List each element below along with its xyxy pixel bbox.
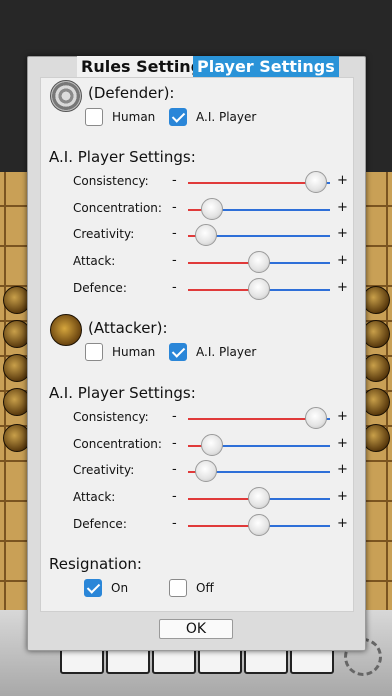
defender-title: (Defender): [88,84,175,102]
slider-thumb[interactable] [201,434,224,456]
attacker-human-checkbox[interactable] [85,343,103,361]
slider-decrease-icon[interactable]: - [172,409,177,424]
defender-slider-track[interactable] [188,171,330,193]
slider-increase-icon[interactable]: + [337,409,348,424]
defender-slider-label: Attack: [73,254,116,268]
slider-increase-icon[interactable]: + [337,173,348,188]
resignation-off-checkbox[interactable] [169,579,187,597]
defender-piece-icon [50,80,82,112]
attacker-piece[interactable] [362,424,390,452]
slider-thumb[interactable] [248,487,270,509]
ok-button[interactable]: OK [159,619,233,639]
slider-increase-icon[interactable]: + [337,489,348,504]
slider-increase-icon[interactable]: + [337,226,348,241]
slider-fill [188,182,316,184]
attacker-ai-checkbox[interactable] [169,343,187,361]
resignation-on-label: On [111,581,129,595]
attacker-slider-track[interactable] [188,460,330,482]
attacker-slider-label: Creativity: [73,463,135,477]
defender-slider-track[interactable] [188,278,330,300]
defender-slider-label: Concentration: [73,201,162,215]
attacker-slider-track[interactable] [188,434,330,456]
slider-decrease-icon[interactable]: - [172,436,177,451]
attacker-slider-label: Concentration: [73,437,162,451]
attacker-title: (Attacker): [88,319,168,337]
defender-ai-checkbox[interactable] [169,108,187,126]
defender-slider-track[interactable] [188,198,330,220]
slider-thumb[interactable] [201,198,224,220]
attacker-slider-label: Consistency: [73,410,149,424]
attacker-ai-label: A.I. Player [196,345,257,359]
slider-decrease-icon[interactable]: - [172,489,177,504]
attacker-slider-label: Defence: [73,517,127,531]
slider-thumb[interactable] [248,251,270,273]
slider-thumb[interactable] [248,514,270,536]
attacker-slider-track[interactable] [188,487,330,509]
resignation-on-checkbox[interactable] [84,579,102,597]
slider-increase-icon[interactable]: + [337,516,348,531]
slider-thumb[interactable] [304,171,327,193]
defender-slider-track[interactable] [188,224,330,246]
attacker-piece[interactable] [362,354,390,382]
attacker-slider-track[interactable] [188,407,330,429]
attacker-slider-label: Attack: [73,490,116,504]
slider-decrease-icon[interactable]: - [172,280,177,295]
defender-slider-track[interactable] [188,251,330,273]
slider-increase-icon[interactable]: + [337,462,348,477]
slider-decrease-icon[interactable]: - [172,173,177,188]
defender-slider-label: Defence: [73,281,127,295]
slider-decrease-icon[interactable]: - [172,516,177,531]
slider-thumb[interactable] [248,278,270,300]
defender-ai-label: A.I. Player [196,110,257,124]
tab-player-settings[interactable]: Player Settings [193,56,339,78]
slider-increase-icon[interactable]: + [337,200,348,215]
attacker-ai-settings-title: A.I. Player Settings: [49,384,196,402]
slider-increase-icon[interactable]: + [337,436,348,451]
defender-slider-label: Creativity: [73,227,135,241]
attacker-piece[interactable] [362,320,390,348]
slider-decrease-icon[interactable]: - [172,462,177,477]
slider-increase-icon[interactable]: + [337,280,348,295]
resignation-title: Resignation: [49,555,142,573]
slider-decrease-icon[interactable]: - [172,200,177,215]
defender-human-label: Human [112,110,156,124]
defender-slider-label: Consistency: [73,174,149,188]
slider-decrease-icon[interactable]: - [172,253,177,268]
attacker-piece[interactable] [362,388,390,416]
attacker-human-label: Human [112,345,156,359]
attacker-slider-track[interactable] [188,514,330,536]
attacker-piece[interactable] [362,286,390,314]
slider-thumb[interactable] [304,407,327,429]
slider-decrease-icon[interactable]: - [172,226,177,241]
defender-ai-settings-title: A.I. Player Settings: [49,148,196,166]
slider-increase-icon[interactable]: + [337,253,348,268]
defender-human-checkbox[interactable] [85,108,103,126]
resignation-off-label: Off [196,581,214,595]
attacker-piece-icon [50,314,82,346]
slider-fill [188,418,316,420]
